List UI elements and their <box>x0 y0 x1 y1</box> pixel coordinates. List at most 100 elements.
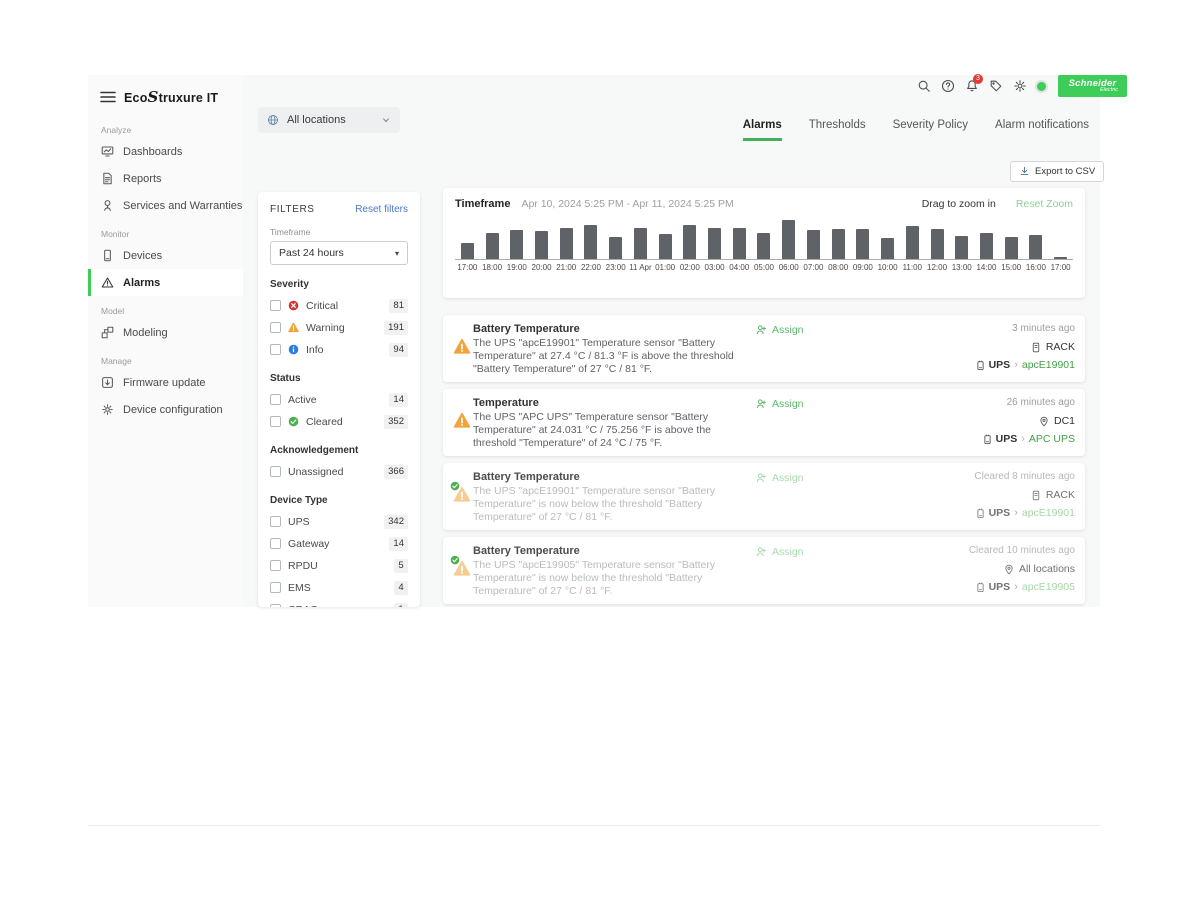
axis-tick-label: 23:00 <box>603 263 628 272</box>
gateway-checkbox[interactable] <box>270 538 281 549</box>
schneider-logo[interactable]: Schneider Electric <box>1058 75 1127 97</box>
alarm-card[interactable]: Battery Temperature The UPS "apcE19901" … <box>443 315 1085 382</box>
user-avatar[interactable] <box>1035 80 1048 93</box>
filter-option-ups: UPS 342 <box>270 512 408 531</box>
ups-checkbox[interactable] <box>270 516 281 527</box>
export-to-csv-button[interactable]: Export to CSV <box>1010 161 1104 182</box>
chart-bar <box>634 228 647 259</box>
sidebar-item-modeling[interactable]: Modeling <box>88 319 243 346</box>
timeframe-chart-card: Timeframe Apr 10, 2024 5:25 PM - Apr 11,… <box>443 188 1085 298</box>
sidebar-item-label: Devices <box>123 250 162 262</box>
reset-filters-link[interactable]: Reset filters <box>355 204 408 215</box>
chart-bar <box>1005 237 1018 259</box>
cleared-checkbox[interactable] <box>270 416 281 427</box>
tab-alarms[interactable]: Alarms <box>743 119 782 141</box>
device-link[interactable]: APC UPS <box>1029 433 1075 445</box>
alarm-card[interactable]: Battery Temperature The UPS "apcE19905" … <box>443 537 1085 604</box>
feedback-icon[interactable] <box>987 78 1004 95</box>
alarm-location[interactable]: RACK <box>1031 341 1075 353</box>
chart-bar <box>807 230 820 259</box>
reports-icon <box>101 172 114 185</box>
chart-bar <box>931 229 944 259</box>
filter-option-gateway: Gateway 14 <box>270 534 408 553</box>
assign-button[interactable]: Assign <box>755 546 804 558</box>
sidebar-item-label: Device configuration <box>123 404 223 416</box>
nav-section-monitor: Monitor <box>101 229 243 239</box>
settings-icon[interactable] <box>1011 78 1028 95</box>
ups-device-icon <box>976 360 985 371</box>
reset-zoom-button[interactable]: Reset Zoom <box>1016 198 1073 210</box>
axis-tick-label: 10:00 <box>875 263 900 272</box>
active-checkbox[interactable] <box>270 394 281 405</box>
ems-checkbox[interactable] <box>270 582 281 593</box>
alarm-card[interactable]: Temperature The UPS "APC UPS" Temperatur… <box>443 389 1085 456</box>
info-checkbox[interactable] <box>270 344 281 355</box>
ups-device-icon <box>976 508 985 519</box>
sidebar-item-reports[interactable]: Reports <box>88 165 243 192</box>
sidebar-item-firmware-update[interactable]: Firmware update <box>88 369 243 396</box>
device-link[interactable]: apcE19901 <box>1022 507 1075 519</box>
nav-section-analyze: Analyze <box>101 125 243 135</box>
chart-bar <box>683 225 696 259</box>
alarm-location[interactable]: RACK <box>1031 489 1075 501</box>
sidebar-item-dashboards[interactable]: Dashboards <box>88 138 243 165</box>
chart-bar <box>535 231 548 259</box>
timeframe-chart[interactable] <box>455 218 1073 260</box>
critical-icon <box>288 300 299 311</box>
warning-checkbox[interactable] <box>270 322 281 333</box>
notifications-icon[interactable]: 3 <box>963 78 980 95</box>
caret-down-icon: ▾ <box>395 249 399 258</box>
chart-bar <box>906 226 919 259</box>
info-count: 94 <box>389 343 408 357</box>
chart-column <box>1024 235 1049 259</box>
alarm-card[interactable]: Battery Temperature The UPS "apcE19901" … <box>443 463 1085 530</box>
alarm-description: The UPS "APC UPS" Temperature sensor "Ba… <box>473 411 745 449</box>
timeframe-select[interactable]: Past 24 hours ▾ <box>270 241 408 265</box>
drag-to-zoom-hint: Drag to zoom in <box>922 198 996 210</box>
download-icon <box>1019 166 1030 177</box>
devices-icon <box>101 249 114 262</box>
tab-alarm-notifications[interactable]: Alarm notifications <box>995 119 1089 141</box>
sidebar-item-services-warranties[interactable]: Services and Warranties <box>88 192 243 219</box>
axis-tick-label: 20:00 <box>529 263 554 272</box>
assign-button[interactable]: Assign <box>755 324 804 336</box>
chart-column <box>925 229 950 259</box>
chart-bar <box>980 233 993 259</box>
alarm-location[interactable]: DC1 <box>1039 415 1075 427</box>
axis-tick-label: 16:00 <box>1024 263 1049 272</box>
alarm-title: Battery Temperature <box>473 323 580 335</box>
assign-button[interactable]: Assign <box>755 398 804 410</box>
chart-column <box>1048 257 1073 259</box>
chart-column <box>851 229 876 259</box>
chart-bar <box>782 220 795 259</box>
chevron-right-icon: › <box>1021 433 1025 445</box>
rpdu-checkbox[interactable] <box>270 560 281 571</box>
critical-checkbox[interactable] <box>270 300 281 311</box>
alarm-timestamp: 3 minutes ago <box>1012 323 1075 334</box>
help-icon[interactable] <box>939 78 956 95</box>
assign-button[interactable]: Assign <box>755 472 804 484</box>
unassigned-checkbox[interactable] <box>270 466 281 477</box>
alarms-icon <box>101 276 114 289</box>
axis-tick-label: 19:00 <box>504 263 529 272</box>
crac-checkbox[interactable] <box>270 604 281 607</box>
tab-severity-policy[interactable]: Severity Policy <box>893 119 968 141</box>
device-link[interactable]: apcE19905 <box>1022 581 1075 593</box>
assign-user-icon <box>755 324 767 336</box>
location-selector[interactable]: All locations <box>258 107 400 133</box>
alarm-location[interactable]: All locations <box>1004 563 1075 575</box>
nav-section-model: Model <box>101 306 243 316</box>
warning-cleared-icon <box>453 486 472 504</box>
sidebar-item-devices[interactable]: Devices <box>88 242 243 269</box>
sidebar-item-alarms[interactable]: Alarms <box>88 269 243 296</box>
search-icon[interactable] <box>915 78 932 95</box>
axis-tick-label: 15:00 <box>999 263 1024 272</box>
sidebar-item-device-configuration[interactable]: Device configuration <box>88 396 243 423</box>
filter-option-rpdu: RPDU 5 <box>270 556 408 575</box>
hamburger-menu-icon[interactable] <box>100 90 116 104</box>
chart-bar <box>486 233 499 259</box>
device-link[interactable]: apcE19901 <box>1022 359 1075 371</box>
logo-text: EcoStruxure IT <box>124 88 218 106</box>
alarm-description: The UPS "apcE19901" Temperature sensor "… <box>473 485 745 523</box>
tab-thresholds[interactable]: Thresholds <box>809 119 866 141</box>
